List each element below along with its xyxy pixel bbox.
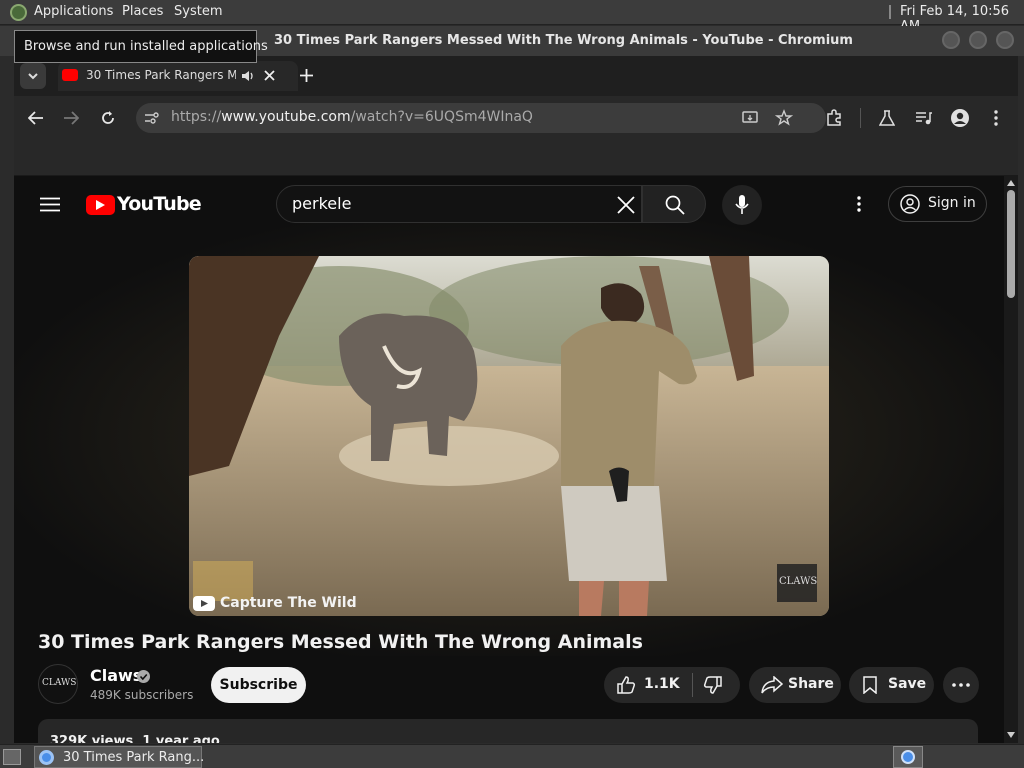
like-button[interactable]: 1.1K [604, 667, 692, 703]
bookmark-icon [863, 676, 877, 694]
thumbs-up-icon [617, 676, 636, 694]
channel-name[interactable]: Claws [90, 666, 142, 685]
channel-avatar[interactable]: CLAWS [38, 664, 78, 704]
reload-button[interactable] [97, 107, 119, 129]
show-desktop-icon[interactable] [3, 749, 21, 765]
sign-in-label: Sign in [928, 195, 976, 211]
save-button[interactable]: Save [849, 667, 934, 703]
thumbs-down-icon [703, 676, 722, 694]
save-label: Save [888, 676, 927, 692]
system-menu[interactable]: System [174, 4, 222, 19]
youtube-watermark-icon [193, 596, 215, 611]
reload-icon [102, 111, 114, 124]
search-input[interactable]: perkele [292, 194, 351, 213]
video-title: 30 Times Park Rangers Messed With The Wr… [38, 631, 643, 653]
subscribe-button[interactable]: Subscribe [211, 667, 306, 703]
description-box[interactable]: 329K views 1 year ago [38, 719, 978, 743]
youtube-page: YouTube perkele Sign in Capture The Wild… [14, 176, 1004, 743]
more-actions-button[interactable] [943, 667, 979, 703]
media-queue-icon [916, 112, 932, 125]
tooltip: Browse and run installed applications [14, 30, 268, 63]
chevron-down-icon [28, 72, 38, 79]
close-tab-icon[interactable] [264, 70, 275, 81]
settings-dots-icon[interactable] [857, 196, 861, 212]
bookmark-star-icon[interactable] [775, 109, 793, 127]
install-app-icon[interactable] [742, 110, 760, 126]
media-controls-button[interactable] [913, 107, 935, 129]
horizontal-dots-icon [952, 683, 970, 687]
subscriber-count: 489K subscribers [90, 688, 194, 702]
channel-avatar-text: CLAWS [42, 678, 77, 688]
share-button[interactable]: Share [749, 667, 841, 703]
video-frame [189, 256, 829, 616]
tab-title: 30 Times Park Rangers Me [86, 68, 236, 82]
labs-button[interactable] [876, 107, 898, 129]
view-count-date: 329K views 1 year ago [50, 734, 220, 743]
search-button[interactable] [642, 185, 706, 223]
hamburger-menu-icon[interactable] [40, 197, 60, 212]
back-arrow-icon [28, 111, 43, 125]
workspace-chromium-icon [901, 750, 915, 764]
applications-menu-icon[interactable] [10, 4, 27, 21]
video-corner-logo: CLAWS [779, 576, 818, 587]
maximize-button[interactable] [969, 31, 987, 49]
microphone-icon [735, 195, 749, 214]
like-count: 1.1K [644, 676, 680, 692]
profile-button[interactable] [949, 107, 971, 129]
minimize-button[interactable] [942, 31, 960, 49]
page-scrollbar[interactable] [1004, 176, 1018, 743]
video-watermark-text: Capture The Wild [220, 595, 357, 611]
youtube-favicon-icon [62, 69, 78, 81]
user-circle-icon [900, 194, 920, 214]
chromium-icon [39, 750, 54, 765]
extensions-button[interactable] [823, 107, 845, 129]
puzzle-piece-icon [827, 109, 841, 126]
top-panel: Applications Places System Fri Feb 14, 1… [0, 0, 1024, 34]
youtube-logo-icon [86, 195, 115, 215]
workspace-switcher[interactable] [893, 746, 923, 768]
browser-tab[interactable]: 30 Times Park Rangers Me [58, 61, 298, 91]
toolbar-separator [860, 108, 861, 128]
tab-search-button[interactable] [20, 63, 46, 89]
dislike-button[interactable] [693, 667, 740, 703]
site-info-icon[interactable] [144, 111, 160, 125]
search-box[interactable]: perkele [276, 185, 642, 223]
new-tab-icon[interactable] [300, 69, 313, 82]
like-dislike-group: 1.1K [604, 667, 740, 703]
applications-menu[interactable]: Applications [34, 4, 113, 19]
back-button[interactable] [25, 107, 47, 129]
account-icon [951, 109, 969, 127]
voice-search-button[interactable] [722, 185, 762, 225]
forward-button[interactable] [60, 107, 82, 129]
browser-toolbar: https://www.youtube.com/watch?v=6UQSm4WI… [14, 96, 1018, 140]
vertical-dots-icon [994, 110, 998, 126]
scroll-down-arrow-icon[interactable] [1007, 732, 1015, 738]
verified-badge-icon [137, 670, 150, 683]
places-menu[interactable]: Places [122, 4, 163, 19]
forward-arrow-icon [64, 111, 79, 125]
scrollbar-thumb[interactable] [1007, 190, 1015, 298]
share-label: Share [788, 676, 834, 692]
clear-search-icon[interactable] [617, 196, 635, 214]
flask-icon [879, 110, 895, 126]
share-icon [761, 676, 783, 694]
close-window-button[interactable] [996, 31, 1014, 49]
youtube-logo-text: YouTube [117, 193, 202, 215]
scroll-up-arrow-icon[interactable] [1007, 180, 1015, 186]
taskbar-task-chromium[interactable]: 30 Times Park Rang... [34, 746, 205, 768]
bookmarks-bar [14, 140, 1018, 176]
url-text: https://www.youtube.com/watch?v=6UQSm4WI… [171, 109, 533, 125]
audio-playing-icon[interactable] [240, 69, 254, 83]
taskbar-task-label: 30 Times Park Rang... [63, 750, 205, 765]
address-bar[interactable]: https://www.youtube.com/watch?v=6UQSm4WI… [136, 103, 826, 133]
sign-in-button[interactable]: Sign in [888, 186, 987, 222]
video-player[interactable]: Capture The Wild CLAWS [189, 256, 829, 616]
search-icon [665, 195, 685, 215]
panel-separator [889, 5, 891, 19]
chrome-menu-button[interactable] [985, 107, 1007, 129]
window-title: 30 Times Park Rangers Messed With The Wr… [274, 33, 853, 48]
taskbar: 30 Times Park Rang... [0, 744, 1024, 768]
